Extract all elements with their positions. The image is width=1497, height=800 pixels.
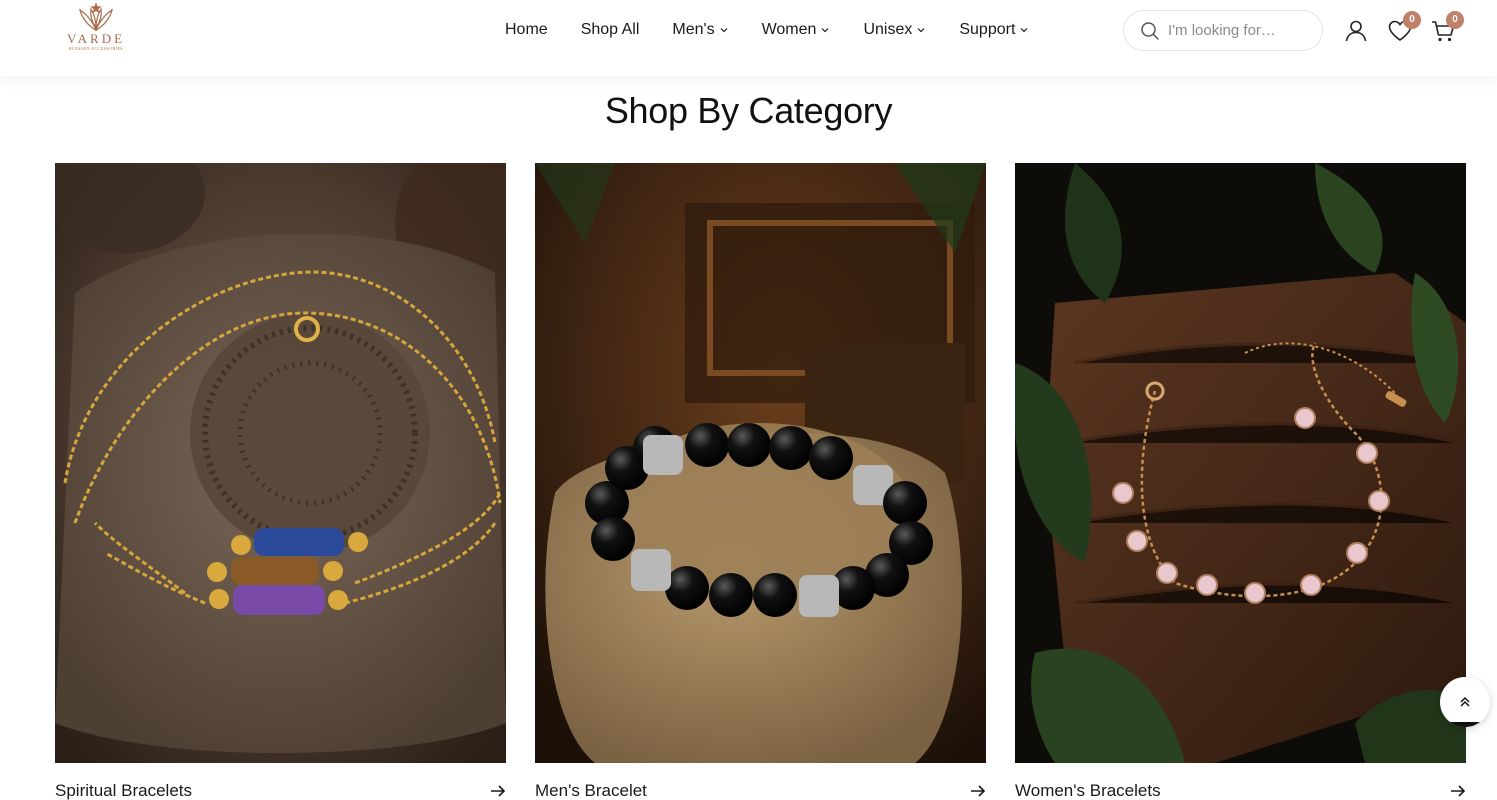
wishlist-count-badge: 0 — [1403, 11, 1421, 29]
nav-support-label: Support — [959, 21, 1016, 38]
nav-support[interactable]: Support — [959, 21, 1029, 39]
category-image-spiritual[interactable] — [55, 163, 506, 763]
category-caption[interactable]: Spiritual Bracelets — [55, 781, 506, 800]
main-nav: Home Shop All Men's Women Unisex Support — [505, 19, 1029, 41]
category-card-womens[interactable]: Women's Bracelets — [1015, 163, 1466, 800]
logo-emblem-icon — [79, 2, 113, 32]
chevron-down-icon — [917, 28, 925, 33]
chevron-down-icon — [822, 28, 829, 33]
search-icon — [1141, 21, 1159, 40]
nav-mens-label: Men's — [672, 21, 715, 38]
double-chevron-up-icon — [1460, 696, 1470, 707]
chevron-down-icon — [720, 28, 728, 33]
category-image-mens[interactable] — [535, 163, 986, 763]
section-title: Shop By Category — [604, 90, 893, 131]
nav-women-label: Women — [761, 21, 817, 38]
brand-tagline: BLESSED ACCESSORIES — [68, 46, 124, 51]
nav-women[interactable]: Women — [762, 21, 831, 39]
category-card-mens[interactable]: Men's Bracelet — [535, 163, 986, 800]
cart-count-badge: 0 — [1446, 11, 1464, 29]
chevron-down-icon — [1020, 28, 1028, 33]
category-label: Spiritual Bracelets — [55, 781, 193, 800]
arrow-right-icon[interactable] — [1450, 783, 1466, 799]
nav-home-label: Home — [505, 21, 548, 38]
search-input[interactable] — [1168, 22, 1308, 39]
cart-button[interactable]: 0 — [1430, 11, 1464, 44]
wishlist-button[interactable]: 0 — [1387, 11, 1421, 44]
arrow-right-icon[interactable] — [490, 783, 506, 799]
category-label: Men's Bracelet — [535, 781, 647, 800]
category-label: Women's Bracelets — [1015, 781, 1161, 800]
category-card-spiritual[interactable]: Spiritual Bracelets — [55, 163, 506, 800]
nav-shop-all-label: Shop All — [580, 21, 640, 38]
scroll-to-top-button[interactable] — [1440, 677, 1490, 727]
search-box[interactable] — [1123, 10, 1323, 51]
arrow-right-icon[interactable] — [970, 783, 986, 799]
brand-logo[interactable]: VARDE BLESSED ACCESSORIES — [58, 0, 134, 60]
user-icon — [1345, 20, 1367, 42]
category-caption[interactable]: Men's Bracelet — [535, 781, 986, 800]
nav-mens[interactable]: Men's — [672, 21, 728, 39]
category-image-womens[interactable] — [1015, 163, 1466, 763]
account-button[interactable] — [1343, 18, 1369, 44]
category-caption[interactable]: Women's Bracelets — [1015, 781, 1466, 800]
nav-home[interactable]: Home — [505, 21, 548, 39]
site-header: VARDE BLESSED ACCESSORIES Home Shop All … — [0, 0, 1497, 76]
nav-shop-all[interactable]: Shop All — [581, 21, 640, 39]
brand-name: VARDE — [66, 31, 126, 46]
nav-unisex-label: Unisex — [863, 21, 913, 38]
nav-unisex[interactable]: Unisex — [863, 21, 926, 39]
